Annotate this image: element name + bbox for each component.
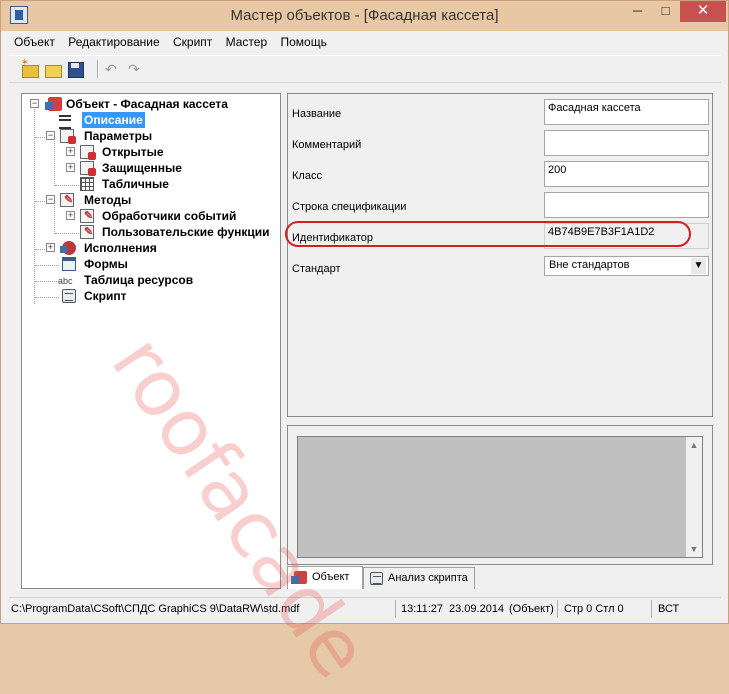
property-row-comment: Комментарий — [288, 129, 712, 160]
status-path: C:\ProgramData\CSoft\СПДС GraphiCS 9\Dat… — [11, 603, 300, 615]
standard-value: Вне стандартов — [549, 259, 630, 271]
window-title: Мастер объектов - [Фасадная кассета] — [230, 7, 499, 24]
menu-help[interactable]: Помощь — [275, 32, 331, 52]
tab-object[interactable]: Объект — [287, 566, 363, 589]
comment-field[interactable] — [544, 130, 709, 156]
scroll-down-icon[interactable]: ▼ — [686, 541, 702, 557]
tab-script-analysis[interactable]: Анализ скрипта — [363, 567, 475, 589]
script-analysis-panel: ▲ ▼ — [287, 425, 713, 565]
property-row-class: Класс 200 — [288, 160, 712, 191]
tree-item-label: Табличные — [102, 177, 169, 191]
menu-bar: Объект Редактирование Скрипт Мастер Помо… — [9, 32, 721, 52]
tab-label: Анализ скрипта — [388, 572, 468, 584]
class-field[interactable]: 200 — [544, 161, 709, 187]
tree-item-label: Параметры — [84, 129, 153, 143]
status-mode: (Объект) — [509, 603, 554, 615]
standard-label: Стандарт — [292, 263, 341, 275]
property-row-spec: Строка спецификации — [288, 191, 712, 222]
script-icon — [62, 289, 76, 303]
expand-icon[interactable]: + — [66, 211, 75, 220]
status-date: 23.09.2014 — [449, 603, 505, 615]
comment-label: Комментарий — [292, 139, 362, 151]
property-row-id: Идентификатор 4B74B9E7B3F1A1D2 — [288, 222, 712, 253]
status-position: Стр 0 Стл 0 — [564, 603, 624, 615]
menu-object[interactable]: Объект — [9, 32, 60, 52]
status-insert-mode: ВСТ — [658, 603, 680, 615]
status-bar: C:\ProgramData\CSoft\СПДС GraphiCS 9\Dat… — [9, 597, 721, 619]
name-label: Название — [292, 108, 342, 120]
object-icon — [45, 97, 62, 111]
tree-item-label: Таблица ресурсов — [84, 273, 194, 287]
public-parameters-icon — [80, 145, 96, 160]
executions-icon — [60, 241, 76, 255]
tab-label: Объект — [312, 571, 350, 583]
properties-panel: Название Фасадная кассета Комментарий Кл… — [287, 93, 713, 417]
tree-item-label: Методы — [84, 193, 132, 207]
toolbar-separator — [97, 60, 99, 78]
event-handlers-icon — [80, 208, 94, 224]
scroll-up-icon[interactable]: ▲ — [686, 437, 702, 453]
list-icon — [58, 113, 72, 129]
id-label: Идентификатор — [292, 232, 373, 244]
collapse-icon[interactable]: − — [30, 99, 39, 108]
tree-item-label: Исполнения — [84, 241, 157, 255]
chevron-down-icon[interactable]: ▼ — [691, 258, 706, 274]
close-button[interactable]: ✕ — [680, 1, 726, 22]
maximize-button[interactable]: □ — [652, 1, 679, 22]
property-row-standard: Стандарт Вне стандартов ▼ — [288, 253, 712, 284]
collapse-icon[interactable]: − — [46, 195, 55, 204]
tree-item-label: Скрипт — [84, 289, 127, 303]
undo-icon[interactable]: ↶ — [105, 61, 123, 77]
forms-icon — [62, 257, 76, 271]
standard-select[interactable]: Вне стандартов ▼ — [544, 256, 709, 276]
name-field[interactable]: Фасадная кассета — [544, 99, 709, 125]
status-time: 13:11:27 — [401, 603, 444, 615]
user-functions-icon — [80, 224, 94, 240]
expand-icon[interactable]: + — [66, 163, 75, 172]
menu-wizard[interactable]: Мастер — [221, 32, 273, 52]
main-window: Мастер объектов - [Фасадная кассета] ─ □… — [0, 0, 729, 694]
id-field: 4B74B9E7B3F1A1D2 — [544, 223, 709, 249]
table-icon — [80, 177, 94, 191]
tree-item-label: Описание — [82, 112, 145, 128]
tree-item-label: Защищенные — [102, 161, 182, 175]
parameters-icon — [60, 129, 76, 144]
title-bar[interactable]: Мастер объектов - [Фасадная кассета] ─ □… — [1, 1, 728, 31]
vertical-scrollbar[interactable]: ▲ ▼ — [686, 437, 702, 557]
toolbar: ↶ ↷ — [9, 55, 721, 83]
methods-icon — [60, 192, 74, 208]
folder-new-icon[interactable] — [21, 57, 39, 78]
folder-open-icon[interactable] — [44, 61, 62, 78]
spec-label: Строка спецификации — [292, 201, 407, 213]
property-row-name: Название Фасадная кассета — [288, 98, 712, 129]
menu-edit[interactable]: Редактирование — [63, 32, 164, 52]
object-icon — [291, 571, 307, 584]
tree-item-label: Открытые — [102, 145, 164, 159]
redo-icon[interactable]: ↷ — [128, 61, 146, 77]
collapse-icon[interactable]: − — [46, 131, 55, 140]
tree-item-label: Обработчики событий — [102, 209, 237, 223]
expand-icon[interactable]: + — [46, 243, 55, 252]
script-icon — [370, 572, 383, 585]
protected-parameters-icon — [80, 161, 96, 176]
save-icon[interactable] — [67, 61, 85, 78]
tree-item-label: Пользовательские функции — [102, 225, 270, 239]
spec-field[interactable] — [544, 192, 709, 218]
expand-icon[interactable]: + — [66, 147, 75, 156]
tree-item-label: Объект - Фасадная кассета — [66, 97, 228, 111]
class-label: Класс — [292, 170, 322, 182]
minimize-button[interactable]: ─ — [624, 1, 651, 22]
menu-script[interactable]: Скрипт — [168, 32, 217, 52]
tree-item-label: Формы — [84, 257, 128, 271]
analysis-output[interactable]: ▲ ▼ — [297, 436, 703, 558]
object-tree[interactable]: − Объект - Фасадная кассета Описание − П… — [21, 93, 281, 589]
abc-icon: abc — [58, 276, 73, 286]
bottom-tabs: Объект Анализ скрипта — [287, 566, 713, 589]
